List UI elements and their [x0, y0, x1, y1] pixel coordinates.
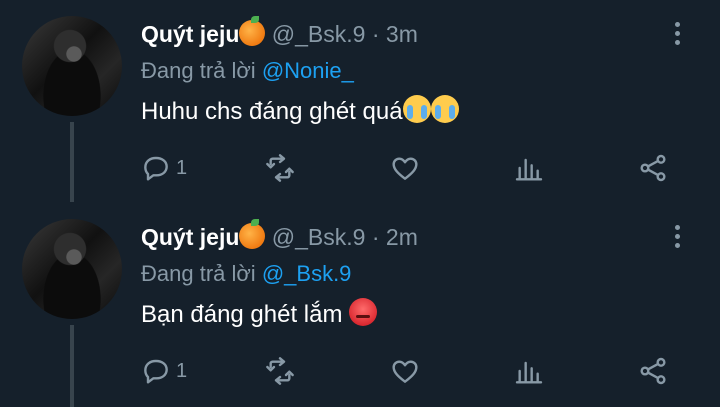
reply-count: 1	[176, 156, 188, 179]
tweet-text: Huhu chs đáng ghét quá	[141, 95, 459, 126]
analytics-button[interactable]	[513, 150, 545, 186]
handle[interactable]: @_Bsk.9	[272, 21, 366, 47]
tweet[interactable]: Quýt jeju @_Bsk.9 · 3m Đang trả lời @Non…	[0, 0, 720, 202]
orange-emoji-icon	[239, 219, 266, 249]
timestamp[interactable]: 3m	[386, 21, 418, 47]
tweet-text: Bạn đáng ghét lắm	[141, 298, 378, 329]
like-icon	[392, 157, 418, 180]
orange-emoji-icon	[239, 16, 266, 46]
retweet-icon	[266, 357, 294, 385]
crying-face-emoji-icon	[402, 95, 431, 123]
display-name[interactable]: Quýt jeju	[141, 224, 239, 250]
avatar[interactable]	[22, 16, 122, 116]
reply-context: Đang trả lời @Nonie_	[141, 58, 354, 84]
tweet-text-content: Huhu chs đáng ghét quá	[141, 98, 403, 125]
tweet-actions: 1	[140, 150, 680, 186]
reply-prefix: Đang trả lời	[141, 58, 256, 83]
thread-line	[70, 325, 74, 407]
like-icon	[392, 360, 418, 383]
tweet-header: Quýt jeju @_Bsk.9 · 3m	[141, 16, 418, 48]
reply-button[interactable]: 1	[140, 150, 187, 186]
separator: ·	[371, 21, 380, 47]
share-icon	[640, 357, 666, 385]
reply-count: 1	[176, 359, 188, 382]
reply-context: Đang trả lời @_Bsk.9	[141, 261, 351, 287]
thread-line	[70, 122, 74, 202]
more-vertical-icon[interactable]	[670, 22, 684, 48]
reply-mention-link[interactable]: @_Bsk.9	[262, 261, 352, 286]
retweet-icon	[266, 154, 294, 182]
analytics-button[interactable]	[513, 353, 545, 389]
separator: ·	[371, 224, 380, 250]
tweet[interactable]: Quýt jeju @_Bsk.9 · 2m Đang trả lời @_Bs…	[0, 203, 720, 407]
retweet-button[interactable]	[264, 150, 296, 186]
tweet-actions: 1	[140, 353, 680, 389]
display-name[interactable]: Quýt jeju	[141, 21, 239, 47]
timestamp[interactable]: 2m	[386, 224, 418, 250]
reply-prefix: Đang trả lời	[141, 261, 256, 286]
analytics-icon	[515, 158, 543, 181]
angry-face-emoji-icon	[349, 298, 378, 326]
tweet-header: Quýt jeju @_Bsk.9 · 2m	[141, 219, 418, 251]
like-button[interactable]	[389, 353, 421, 389]
share-icon	[640, 154, 666, 182]
share-button[interactable]	[637, 150, 669, 186]
analytics-icon	[515, 361, 543, 384]
like-button[interactable]	[389, 150, 421, 186]
reply-button[interactable]: 1	[140, 353, 187, 389]
tweet-text-content: Bạn đáng ghét lắm	[141, 301, 343, 328]
handle[interactable]: @_Bsk.9	[272, 224, 366, 250]
avatar[interactable]	[22, 219, 122, 319]
reply-mention-link[interactable]: @Nonie_	[262, 58, 354, 83]
more-vertical-icon[interactable]	[670, 225, 684, 251]
reply-icon	[144, 156, 168, 181]
reply-icon	[144, 359, 168, 384]
retweet-button[interactable]	[264, 353, 296, 389]
crying-face-emoji-icon	[430, 95, 459, 123]
share-button[interactable]	[637, 353, 669, 389]
